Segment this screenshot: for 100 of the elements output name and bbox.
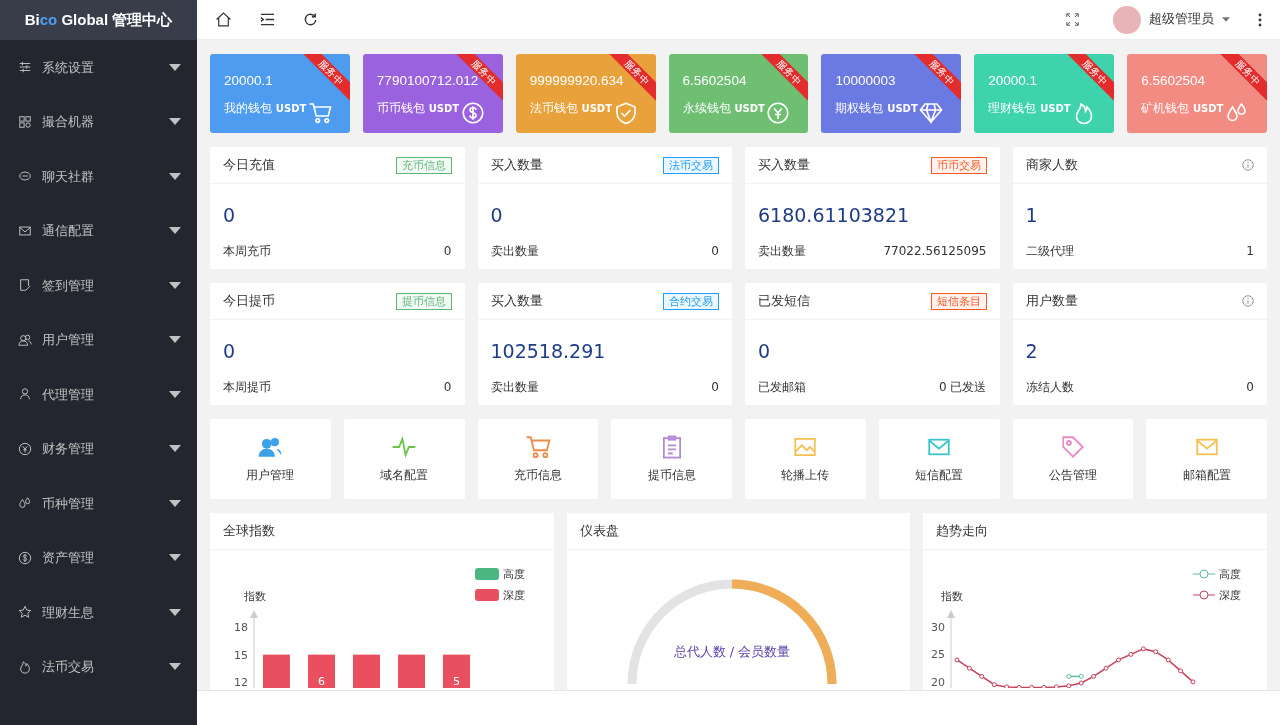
caret-icon <box>169 554 181 562</box>
stat-footer-value: 0 <box>443 242 452 260</box>
stat-title: 用户数量 <box>1025 291 1078 310</box>
logo: Bico Global 管理中心 <box>0 0 197 40</box>
wallet-label: 币币钱包 USDT <box>376 100 460 117</box>
user-menu[interactable]: 超级管理员 <box>1149 10 1214 29</box>
tag-label: 法币交易 <box>663 156 719 174</box>
sidebar-item[interactable]: 资产管理 <box>0 530 197 585</box>
caret-icon <box>1222 17 1230 22</box>
stat-value: 0 <box>757 339 772 364</box>
sidebar-item[interactable]: 币种管理 <box>0 476 197 531</box>
shortcut-tile[interactable]: 提币信息 <box>611 419 732 499</box>
sliders-icon <box>18 60 32 75</box>
wallet-balance: 10000003 <box>835 72 896 90</box>
status-ribbon: 服务中 <box>760 54 809 102</box>
shortcut-tile[interactable]: 公告管理 <box>1012 419 1134 499</box>
user-icon <box>18 387 32 402</box>
stat-footer-value: 0 <box>711 242 719 260</box>
stat-title: 今日充值 <box>223 155 275 174</box>
star-icon <box>18 605 32 620</box>
tag-label: 币币交易 <box>930 156 987 174</box>
bar <box>308 654 335 688</box>
yen-icon <box>766 101 791 125</box>
fire-icon <box>18 659 32 674</box>
sidebar-item[interactable]: 通信配置 <box>0 203 197 258</box>
legend-label: 高度 <box>503 568 525 580</box>
bar <box>443 654 470 688</box>
axis-title: 指数 <box>244 590 266 603</box>
tick-label: 15 <box>234 648 248 662</box>
shortcut-tile[interactable]: 用户管理 <box>210 419 331 499</box>
caret-icon <box>169 445 181 453</box>
wallet-balance: 20000.1 <box>224 72 273 90</box>
shortcut-tile[interactable]: 邮箱配置 <box>1146 419 1267 499</box>
caret-icon <box>169 499 181 507</box>
stat-footer-label: 已发邮箱 <box>758 378 806 396</box>
refresh-icon[interactable] <box>303 12 318 27</box>
chat-icon <box>18 169 32 184</box>
tick-label: 18 <box>234 620 248 634</box>
legend-label: 深度 <box>1219 589 1242 601</box>
sidebar-item[interactable]: 签到管理 <box>0 258 197 313</box>
stat-value: 6180.61103821 <box>757 203 911 228</box>
stat-value: 102518.291 <box>489 339 607 364</box>
stat-footer-label: 本周提币 <box>223 378 271 396</box>
mail-icon <box>18 223 32 238</box>
sidebar-item[interactable]: 财务管理 <box>0 421 197 476</box>
info-icon <box>1242 159 1254 171</box>
sidebar-item[interactable]: 代理管理 <box>0 367 197 422</box>
panel-title: 仪表盘 <box>579 521 619 540</box>
stat-footer-label: 卖出数量 <box>758 242 806 260</box>
bar <box>353 654 380 688</box>
wallet-label: 理财钱包 USDT <box>988 100 1071 117</box>
wallet-label: 矿机钱包 USDT <box>1141 100 1224 117</box>
edit-icon <box>18 278 32 293</box>
more-icon[interactable] <box>1258 12 1262 27</box>
tag-label: 合约交易 <box>663 292 719 310</box>
sidebar-item[interactable]: 理财生息 <box>0 585 197 640</box>
stat-title: 今日提币 <box>223 291 275 310</box>
tag-label: 短信条目 <box>930 292 987 310</box>
tag-label: 充币信息 <box>395 156 452 174</box>
stat-footer-label: 卖出数量 <box>490 378 539 396</box>
caret-icon <box>169 663 181 671</box>
bar <box>398 654 425 688</box>
stat-footer-value: 0 <box>711 378 719 396</box>
shortcut-tile[interactable]: 域名配置 <box>343 419 465 499</box>
sidebar-item[interactable]: 聊天社群 <box>0 149 197 204</box>
legend-label: 深度 <box>503 589 525 601</box>
value-label: 5 <box>453 674 460 688</box>
stat-title: 已发短信 <box>758 291 810 310</box>
wallet-label: 期权钱包 USDT <box>835 100 918 117</box>
fullscreen-icon[interactable] <box>1066 13 1079 26</box>
diamond-icon <box>919 101 944 125</box>
sidebar-item[interactable]: 法币交易 <box>0 639 197 694</box>
avatar <box>1113 5 1141 34</box>
caret-icon <box>169 172 181 180</box>
dollar-icon <box>460 101 485 125</box>
stat-title: 买入数量 <box>758 155 810 174</box>
stat-value: 1 <box>1024 203 1039 228</box>
shortcut-tile[interactable]: 轮播上传 <box>745 419 866 499</box>
caret-icon <box>169 118 181 126</box>
menu-icon[interactable] <box>260 12 275 27</box>
stat-footer-label: 二级代理 <box>1025 242 1074 260</box>
stat-title: 商家人数 <box>1025 155 1078 174</box>
stat-footer-value: 77022.56125095 <box>883 242 987 260</box>
stat-footer-value: 0 <box>1246 378 1254 396</box>
gauge-caption: 总代人数 / 会员数量 <box>673 644 790 659</box>
shortcut-tile[interactable]: 充币信息 <box>477 419 599 499</box>
wallet-label: 法币钱包 USDT <box>529 100 612 117</box>
stat-footer-value: 1 <box>1246 242 1254 260</box>
wallet-label: 永续钱包 USDT <box>682 100 765 117</box>
stat-footer-label: 本周充币 <box>223 242 271 260</box>
sidebar-item[interactable]: 用户管理 <box>0 312 197 367</box>
stat-title: 买入数量 <box>490 291 543 310</box>
home-icon[interactable] <box>215 11 232 28</box>
stat-value: 0 <box>222 203 237 228</box>
bar <box>263 654 290 688</box>
shortcut-tile[interactable]: 短信配置 <box>878 419 1000 499</box>
sidebar-item[interactable]: 撮合机器 <box>0 94 197 149</box>
sidebar-item[interactable]: 系统设置 <box>0 40 197 95</box>
stat-value: 0 <box>489 203 504 228</box>
panel-title: 趋势走向 <box>936 521 989 540</box>
